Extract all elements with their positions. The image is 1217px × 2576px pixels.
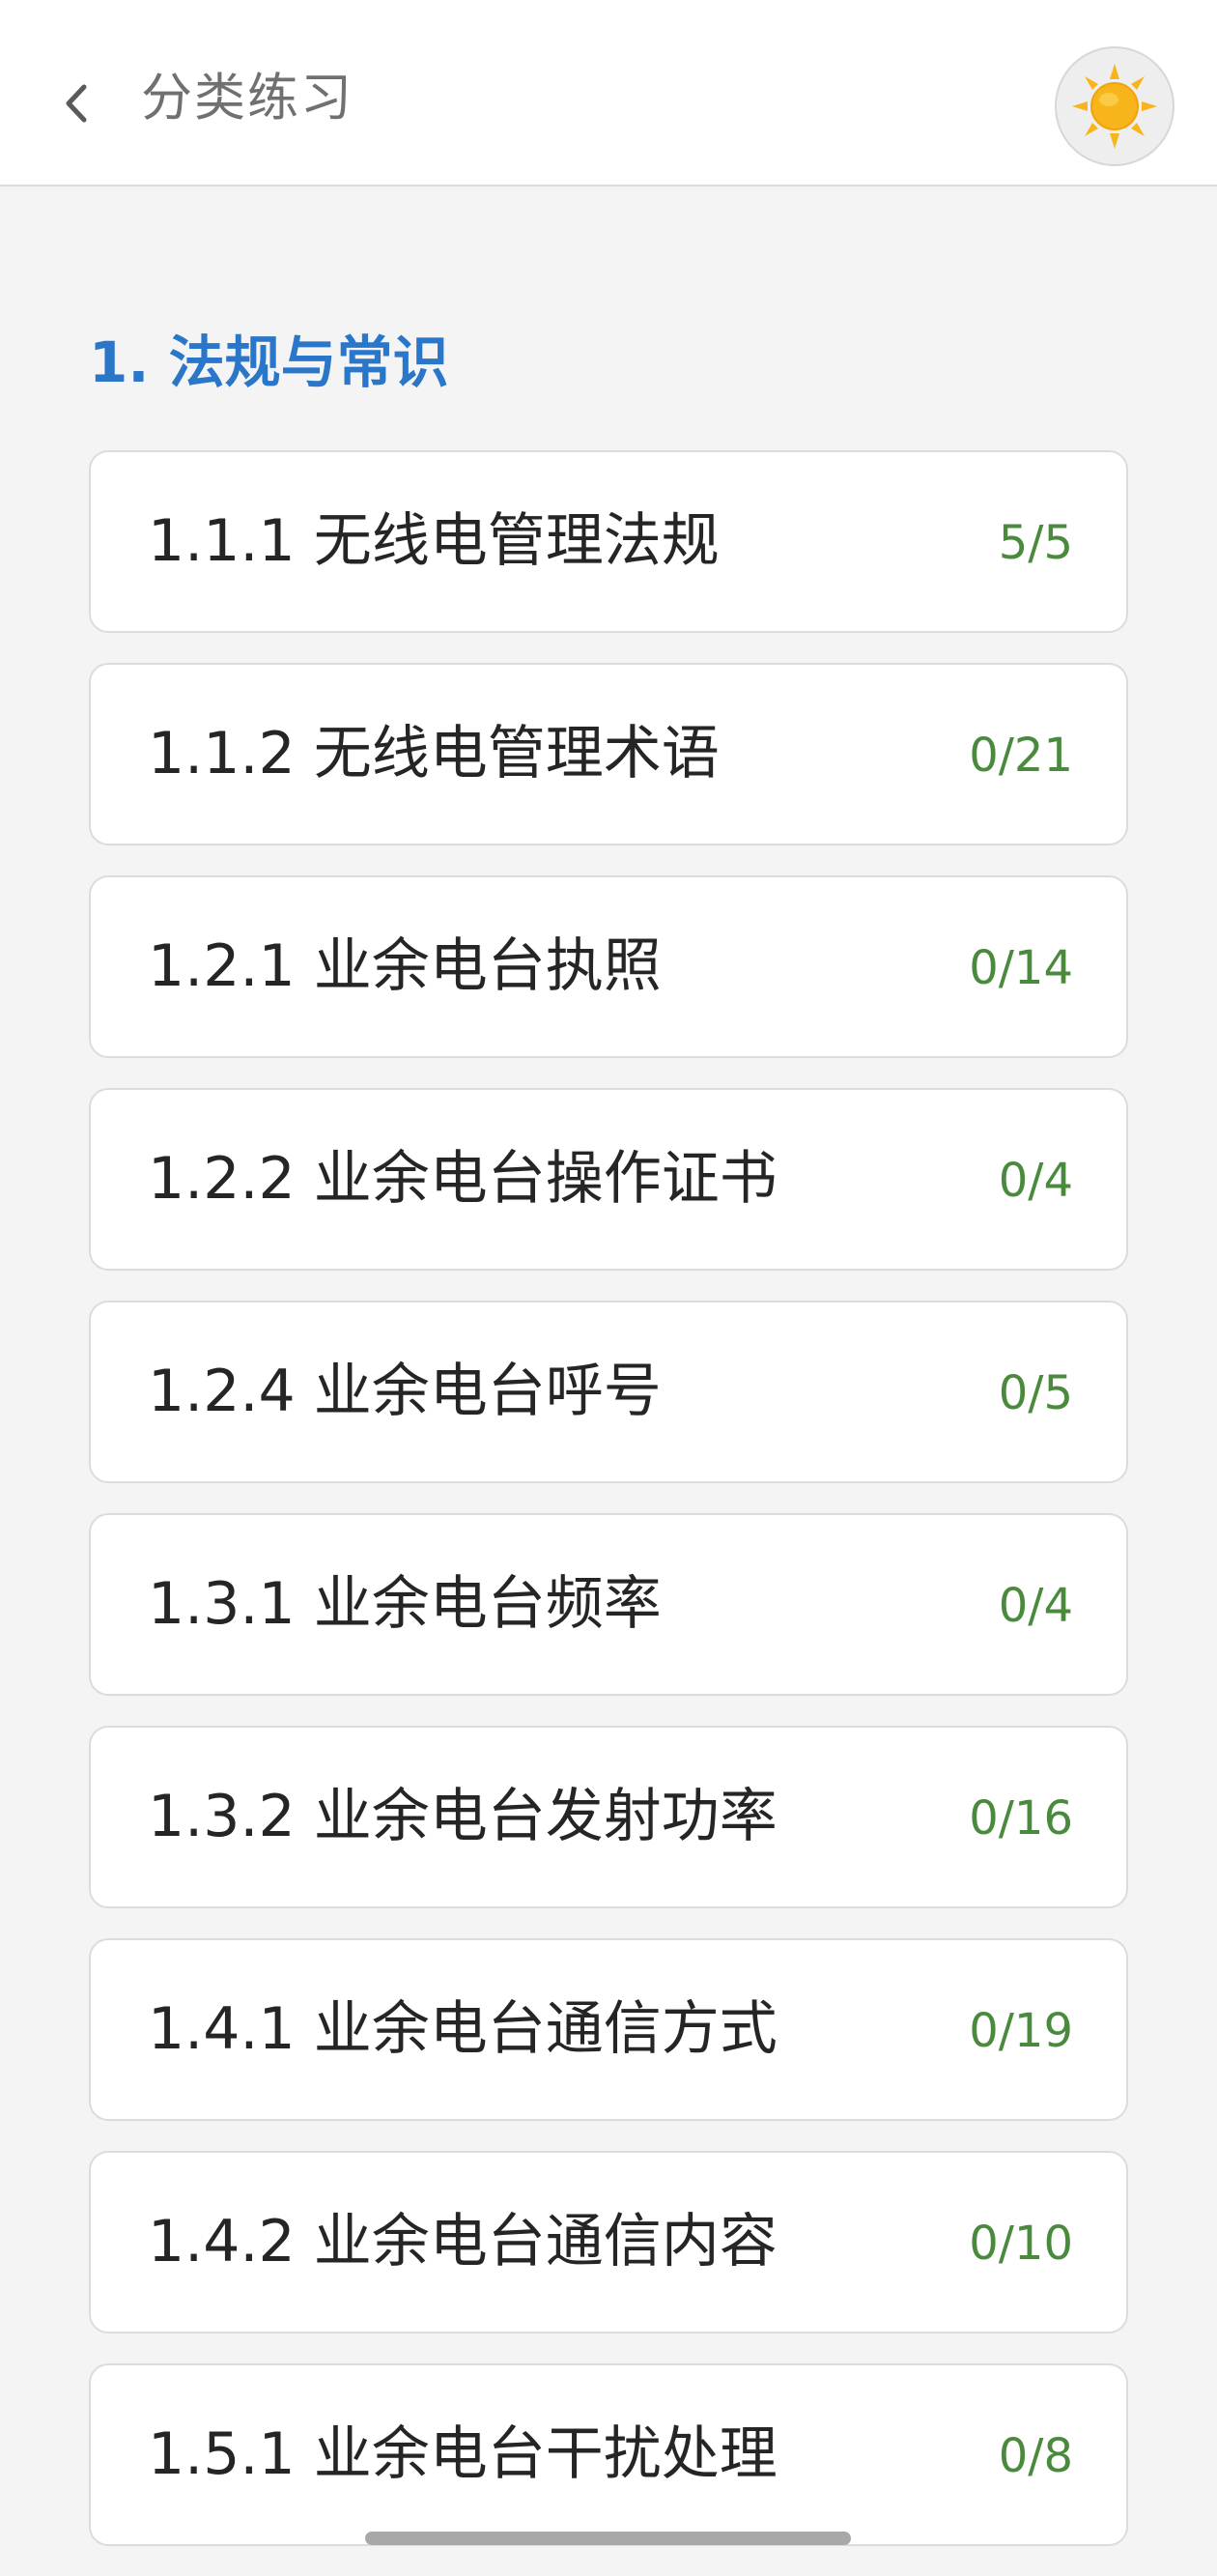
app-header: 分类练习 (0, 0, 1217, 186)
category-item[interactable]: 1.4.1 业余电台通信方式 0/19 (89, 1938, 1128, 2121)
category-item-progress: 0/10 (969, 2217, 1073, 2271)
category-item-label: 1.1.1 无线电管理法规 (148, 507, 720, 575)
category-item-progress: 0/21 (969, 729, 1073, 783)
category-item-label: 1.2.4 业余电台呼号 (148, 1358, 662, 1425)
category-item[interactable]: 1.5.1 业余电台干扰处理 0/8 (89, 2363, 1128, 2546)
sun-icon (1072, 64, 1157, 149)
category-item-label: 1.1.2 无线电管理术语 (148, 720, 720, 787)
category-item[interactable]: 1.1.1 无线电管理法规 5/5 (89, 450, 1128, 633)
home-indicator[interactable] (365, 2532, 851, 2545)
category-item[interactable]: 1.1.2 无线电管理术语 0/21 (89, 663, 1128, 845)
category-item[interactable]: 1.4.2 业余电台通信内容 0/10 (89, 2151, 1128, 2333)
category-item-progress: 0/16 (969, 1791, 1073, 1846)
category-item-progress: 0/4 (998, 1579, 1073, 1633)
category-item-progress: 0/14 (969, 941, 1073, 995)
category-item[interactable]: 1.3.1 业余电台频率 0/4 (89, 1513, 1128, 1696)
category-item-progress: 0/19 (969, 2004, 1073, 2058)
category-item-label: 1.2.2 业余电台操作证书 (148, 1145, 778, 1213)
section-title: 1. 法规与常识 (89, 329, 449, 395)
category-item-progress: 0/4 (998, 1154, 1073, 1208)
page-title: 分类练习 (141, 69, 354, 128)
category-item-label: 1.2.1 业余电台执照 (148, 932, 662, 1000)
category-item[interactable]: 1.2.2 业余电台操作证书 0/4 (89, 1088, 1128, 1271)
category-item-label: 1.4.2 业余电台通信内容 (148, 2208, 778, 2275)
category-item-progress: 0/5 (998, 1366, 1073, 1420)
category-item-label: 1.4.1 业余电台通信方式 (148, 1995, 778, 2063)
category-item-label: 1.3.1 业余电台频率 (148, 1570, 662, 1638)
category-item-label: 1.3.2 业余电台发射功率 (148, 1783, 778, 1850)
chevron-left-icon (66, 84, 87, 123)
category-item-progress: 5/5 (998, 516, 1073, 570)
category-list: 1.1.1 无线电管理法规 5/5 1.1.2 无线电管理术语 0/21 1.2… (89, 450, 1128, 2576)
category-item-progress: 0/8 (998, 2429, 1073, 2483)
category-item[interactable]: 1.3.2 业余电台发射功率 0/16 (89, 1726, 1128, 1908)
category-item[interactable]: 1.2.1 业余电台执照 0/14 (89, 875, 1128, 1058)
category-item[interactable]: 1.2.4 业余电台呼号 0/5 (89, 1301, 1128, 1483)
back-button[interactable] (46, 60, 104, 147)
theme-toggle-button[interactable] (1055, 46, 1175, 166)
category-item-label: 1.5.1 业余电台干扰处理 (148, 2420, 778, 2488)
